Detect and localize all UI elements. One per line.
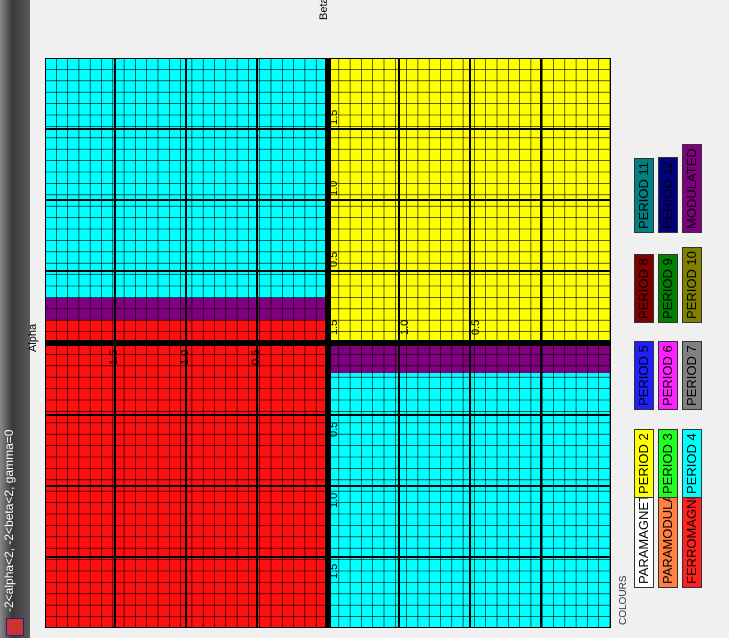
app-icon[interactable]	[6, 618, 24, 636]
legend-item: PERIOD 11	[634, 158, 654, 233]
tick-label: 1.0	[399, 320, 411, 335]
tick-label: 1.5	[328, 564, 340, 579]
alpha-axis	[45, 340, 611, 346]
legend: PARAMAGNETIC PARAMODULATED FERROMAGNETIC PE…	[612, 58, 729, 628]
tick-label: 1.5	[328, 320, 340, 335]
window-title: -2<alpha<2, -2<beta<2, gamma=0	[2, 429, 16, 612]
tick-label: 0.5	[470, 320, 482, 335]
tick-label: 1.0	[328, 493, 340, 508]
legend-title: COLOURS	[618, 575, 629, 625]
legend-item: PERIOD 9	[658, 254, 678, 323]
beta-axis-label: Beta	[318, 0, 330, 20]
legend-item: PERIOD 5	[634, 341, 654, 410]
phase-diagram: 1.5 1.0 0.5 1.5 1.0 0.5 0.5 1.0 1.5 0.5 1.0 1.5	[44, 57, 612, 629]
alpha-axis-label: Alpha	[27, 323, 39, 352]
tick-label: 1.0	[179, 350, 191, 365]
legend-item: PERIOD 8	[634, 254, 654, 323]
tick-label: 0.5	[328, 252, 340, 267]
legend-item: PERIOD 2	[634, 429, 654, 498]
phase-diagram-svg: 1.5 1.0 0.5 1.5 1.0 0.5 0.5 1.0 1.5 0.5 1.0 1.5	[44, 57, 612, 629]
tick-label: 0.5	[328, 422, 340, 437]
title-bar[interactable]: -2<alpha<2, -2<beta<2, gamma=0	[0, 0, 30, 638]
legend-item: PERIOD 12	[658, 157, 678, 233]
legend-item: PERIOD 6	[658, 341, 678, 410]
legend-item: PERIOD 4	[682, 429, 702, 498]
legend-item: PERIOD 3	[658, 429, 678, 498]
legend-item: MODULATED	[682, 144, 702, 233]
legend-item: PERIOD 7	[682, 341, 702, 410]
tick-label: 0.5	[250, 350, 262, 365]
tick-label: 1.0	[328, 181, 340, 196]
tick-label: 1.5	[108, 350, 120, 365]
tick-label: 1.5	[328, 110, 340, 125]
legend-item: PERIOD 10	[682, 247, 702, 323]
